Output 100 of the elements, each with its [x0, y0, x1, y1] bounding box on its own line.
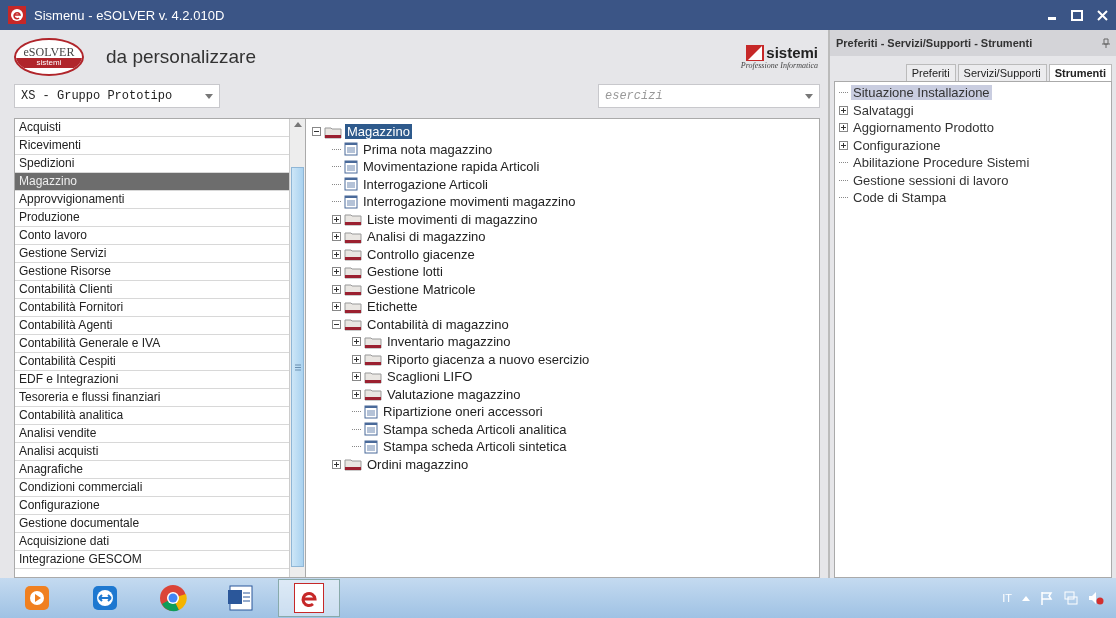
document-icon: [364, 404, 378, 419]
tree-item[interactable]: Etichette: [365, 299, 420, 315]
panel-tab[interactable]: Strumenti: [1048, 64, 1112, 81]
tree-item[interactable]: Movimentazione rapida Articoli: [361, 159, 542, 175]
tree-item[interactable]: Analisi di magazzino: [365, 229, 488, 245]
expand-icon[interactable]: [839, 105, 848, 115]
pin-icon[interactable]: [1102, 38, 1110, 48]
module-item[interactable]: Configurazione: [15, 497, 289, 515]
module-item[interactable]: Tesoreria e flussi finanziari: [15, 389, 289, 407]
module-item[interactable]: Contabilità Cespiti: [15, 353, 289, 371]
expand-icon[interactable]: [332, 284, 341, 294]
tree-item[interactable]: Abilitazione Procedure Sistemi: [851, 155, 1032, 171]
tree-item[interactable]: Code di Stampa: [851, 190, 949, 206]
tree-item[interactable]: Magazzino: [345, 124, 412, 140]
expand-icon[interactable]: [332, 302, 341, 312]
esolver-taskbar-button[interactable]: [278, 579, 340, 617]
expand-icon[interactable]: [332, 267, 341, 277]
scrollbar-thumb[interactable]: [291, 167, 304, 567]
module-item[interactable]: Gestione Risorse: [15, 263, 289, 281]
expand-icon[interactable]: [332, 232, 341, 242]
module-item[interactable]: Spedizioni: [15, 155, 289, 173]
expand-icon[interactable]: [332, 459, 341, 469]
module-item[interactable]: Contabilità Fornitori: [15, 299, 289, 317]
expand-icon[interactable]: [352, 337, 361, 347]
esolver-logo: eSOLVER sistemi: [14, 38, 84, 76]
expand-icon[interactable]: [332, 249, 341, 259]
module-item[interactable]: Condizioni commerciali: [15, 479, 289, 497]
tree-item[interactable]: Stampa scheda Articoli sintetica: [381, 439, 569, 455]
folder-icon: [344, 457, 362, 472]
tree-item[interactable]: Ripartizione oneri accessori: [381, 404, 545, 420]
arrows-icon: [92, 585, 118, 611]
dropdown-arrow-icon: [805, 93, 813, 99]
tree-item[interactable]: Configurazione: [851, 137, 943, 153]
tree-item[interactable]: Interrogazione movimenti magazzino: [361, 194, 578, 210]
tree-item[interactable]: Scaglioni LIFO: [385, 369, 475, 385]
module-item[interactable]: Contabilità Generale e IVA: [15, 335, 289, 353]
panel-title: Preferiti - Servizi/Supporti - Strumenti: [836, 37, 1033, 49]
tree-item[interactable]: Valutazione magazzino: [385, 386, 523, 402]
expand-icon[interactable]: [332, 214, 341, 224]
folder-icon: [344, 299, 362, 314]
tree-item[interactable]: Inventario magazzino: [385, 334, 513, 350]
module-item[interactable]: Contabilità Agenti: [15, 317, 289, 335]
maximize-icon[interactable]: [1071, 9, 1083, 21]
tree-item[interactable]: Interrogazione Articoli: [361, 176, 490, 192]
module-item[interactable]: Acquisizione dati: [15, 533, 289, 551]
tree-item[interactable]: Gestione Matricole: [365, 281, 478, 297]
module-item[interactable]: Approvvigionamenti: [15, 191, 289, 209]
folder-icon: [344, 212, 362, 227]
expand-icon[interactable]: [352, 354, 361, 364]
play-icon: [24, 585, 50, 611]
tree-item[interactable]: Prima nota magazzino: [361, 141, 495, 157]
module-item[interactable]: Analisi acquisti: [15, 443, 289, 461]
module-item[interactable]: Contabilità Clienti: [15, 281, 289, 299]
folder-icon: [364, 352, 382, 367]
module-item[interactable]: Gestione Servizi: [15, 245, 289, 263]
module-item[interactable]: Gestione documentale: [15, 515, 289, 533]
document-app-icon: [227, 584, 255, 612]
speaker-muted-icon[interactable]: [1088, 591, 1104, 605]
folder-icon: [364, 334, 382, 349]
module-item[interactable]: EDF e Integrazioni: [15, 371, 289, 389]
tree-item[interactable]: Gestione sessioni di lavoro: [851, 172, 1011, 188]
tree-item[interactable]: Liste movimenti di magazzino: [365, 211, 540, 227]
folder-icon: [344, 264, 362, 279]
expand-icon[interactable]: [839, 123, 848, 133]
expand-icon[interactable]: [352, 389, 361, 399]
document-icon: [344, 159, 358, 174]
module-item[interactable]: Anagrafiche: [15, 461, 289, 479]
expand-icon[interactable]: [352, 372, 361, 382]
open-folder-icon: [324, 124, 342, 139]
tree-item[interactable]: Stampa scheda Articoli analitica: [381, 421, 569, 437]
collapse-icon[interactable]: [312, 127, 321, 137]
module-item[interactable]: Produzione: [15, 209, 289, 227]
collapse-icon[interactable]: [332, 319, 341, 329]
esolver-app-icon: [294, 583, 324, 613]
tree-item[interactable]: Salvataggi: [851, 102, 916, 118]
document-icon: [364, 439, 378, 454]
panel-tab[interactable]: Servizi/Supporti: [957, 64, 1047, 81]
brand-logo-icon: [746, 44, 765, 61]
browser-icon: [159, 584, 187, 612]
module-item[interactable]: Contabilità analitica: [15, 407, 289, 425]
company-select[interactable]: XS - Gruppo Prototipo: [14, 84, 220, 108]
folder-icon: [344, 282, 362, 297]
tree-item[interactable]: Gestione lotti: [365, 264, 445, 280]
module-item[interactable]: Magazzino: [15, 173, 289, 191]
module-item[interactable]: Integrazione GESCOM: [15, 551, 289, 569]
scroll-up-icon[interactable]: [293, 121, 302, 127]
module-item[interactable]: Analisi vendite: [15, 425, 289, 443]
tree-item[interactable]: Aggiornamento Prodotto: [851, 120, 996, 136]
module-item[interactable]: Ricevimenti: [15, 137, 289, 155]
module-item[interactable]: Conto lavoro: [15, 227, 289, 245]
tree-item[interactable]: Riporto giacenza a nuovo esercizio: [385, 351, 592, 367]
expand-icon[interactable]: [839, 140, 848, 150]
tree-item[interactable]: Controllo giacenze: [365, 246, 477, 262]
module-item[interactable]: Acquisti: [15, 119, 289, 137]
document-icon: [344, 177, 358, 192]
close-icon[interactable]: [1097, 9, 1108, 21]
tree-item[interactable]: Situazione Installazione: [851, 85, 992, 101]
panel-tab[interactable]: Preferiti: [905, 64, 956, 81]
tree-item[interactable]: Contabilità di magazzino: [365, 316, 511, 332]
tree-item[interactable]: Ordini magazzino: [365, 456, 471, 472]
